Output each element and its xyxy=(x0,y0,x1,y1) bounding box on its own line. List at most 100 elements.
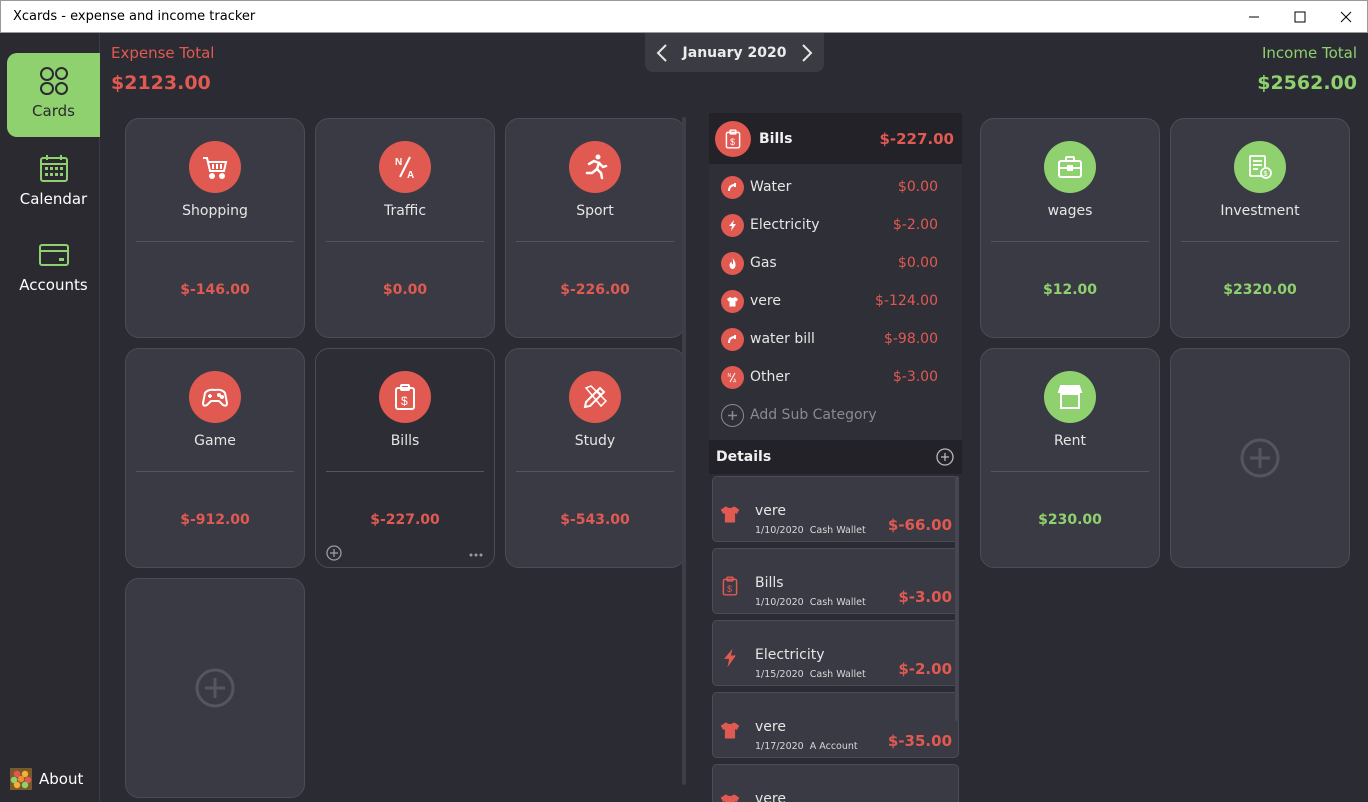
close-icon xyxy=(1340,11,1352,23)
divider xyxy=(326,241,484,242)
entry-date: 1/15/2020 xyxy=(755,669,804,680)
subcategory-list: Water $0.00 Electricity $-2.00 Gas $0.00… xyxy=(709,164,962,440)
entry-title: vere xyxy=(755,503,786,519)
entry-title: vere xyxy=(755,791,786,802)
store-icon xyxy=(1057,385,1083,409)
maximize-button[interactable] xyxy=(1277,1,1323,33)
divider xyxy=(516,241,674,242)
expense-card-shopping[interactable]: Shopping $-146.00 xyxy=(125,118,305,338)
card-amount: $-227.00 xyxy=(370,512,440,528)
detail-entry[interactable]: vere 1/17/2020 A Account $-35.00 xyxy=(712,692,959,758)
plus-icon xyxy=(728,410,737,420)
card-amount: $12.00 xyxy=(1042,282,1098,298)
svg-text:A: A xyxy=(733,378,737,384)
detail-entry[interactable]: $ Bills 1/10/2020 Cash Wallet $-3.00 xyxy=(712,548,959,614)
more-icon[interactable] xyxy=(468,551,484,559)
subcategory-name: Electricity xyxy=(750,217,820,233)
entry-amount: $-35.00 xyxy=(887,732,952,750)
subcategory-amount: $-3.00 xyxy=(892,369,938,385)
sidebar-item-cards[interactable]: Cards xyxy=(7,53,100,137)
detail-entry[interactable]: vere xyxy=(712,764,959,802)
add-entry-icon[interactable] xyxy=(326,545,342,561)
bill-icon: $ xyxy=(395,384,415,410)
divider xyxy=(991,241,1149,242)
window-title: Xcards - expense and income tracker xyxy=(13,9,256,24)
expense-card-bills[interactable]: $ Bills $-227.00 xyxy=(315,348,495,568)
shirt-icon xyxy=(720,794,740,802)
entry-amount: $-2.00 xyxy=(898,660,952,678)
invoice-icon: $ xyxy=(1249,155,1272,179)
cards-scrollbar[interactable] xyxy=(682,117,686,785)
detail-entry[interactable]: vere 1/10/2020 Cash Wallet $-66.00 xyxy=(712,476,959,542)
about-label: About xyxy=(39,770,84,788)
svg-text:A: A xyxy=(407,170,414,181)
card-icon-wrap xyxy=(569,371,621,423)
chevron-right-icon[interactable] xyxy=(800,43,814,63)
about-button[interactable]: About xyxy=(10,768,83,790)
sidebar: Cards Calendar Accounts About xyxy=(1,33,100,801)
flame-icon xyxy=(729,257,736,269)
divider xyxy=(136,241,294,242)
divider xyxy=(516,471,674,472)
svg-text:$: $ xyxy=(401,394,408,408)
subcategory-item[interactable]: Water $0.00 xyxy=(709,168,962,206)
add-detail-icon[interactable] xyxy=(936,448,954,466)
svg-text:$: $ xyxy=(730,136,735,146)
expense-card-sport[interactable]: Sport $-226.00 xyxy=(505,118,685,338)
add-subcategory-button[interactable]: Add Sub Category xyxy=(709,396,962,434)
minimize-icon xyxy=(1249,16,1259,18)
cart-icon xyxy=(203,157,228,179)
card-amount: $-912.00 xyxy=(180,512,250,528)
income-card-rent[interactable]: Rent $230.00 xyxy=(980,348,1160,568)
subcategory-item[interactable]: Gas $0.00 xyxy=(709,244,962,282)
add-circle-icon xyxy=(195,668,235,708)
subcategory-amount: $-124.00 xyxy=(875,293,938,309)
entry-amount: $-3.00 xyxy=(898,588,952,606)
month-selector: January 2020 xyxy=(645,33,824,72)
expense-card-study[interactable]: Study $-543.00 xyxy=(505,348,685,568)
income-card-wages[interactable]: wages $12.00 xyxy=(980,118,1160,338)
card-icon-wrap xyxy=(189,371,241,423)
income-total-label: Income Total xyxy=(1262,44,1357,62)
card-icon xyxy=(38,244,69,266)
subcategory-item[interactable]: Electricity $-2.00 xyxy=(709,206,962,244)
subcategory-amount: $-98.00 xyxy=(883,331,938,347)
income-card-investment[interactable]: $ Investment $2320.00 xyxy=(1170,118,1350,338)
faucet-icon xyxy=(728,182,736,191)
add-income-card-button[interactable] xyxy=(1170,348,1350,568)
subcategory-item[interactable]: NA Other $-3.00 xyxy=(709,358,962,396)
subcategory-name: Other xyxy=(750,369,790,385)
minimize-button[interactable] xyxy=(1231,1,1277,33)
gamepad-icon xyxy=(201,388,229,407)
close-button[interactable] xyxy=(1323,1,1368,33)
card-icon-wrap: N A xyxy=(379,141,431,193)
briefcase-icon xyxy=(1058,156,1082,178)
card-icon-wrap xyxy=(1044,371,1096,423)
faucet-icon xyxy=(728,334,736,343)
expense-card-game[interactable]: Game $-912.00 xyxy=(125,348,305,568)
card-icon-wrap xyxy=(1044,141,1096,193)
subcategory-item[interactable]: water bill $-98.00 xyxy=(709,320,962,358)
title-bar: Xcards - expense and income tracker xyxy=(0,0,1368,33)
category-name: Bills xyxy=(759,130,793,147)
entry-date: 1/10/2020 xyxy=(755,597,804,608)
chevron-left-icon[interactable] xyxy=(655,43,669,63)
details-scrollbar[interactable] xyxy=(955,476,959,721)
sidebar-item-accounts[interactable]: Accounts xyxy=(7,227,100,311)
card-name: wages xyxy=(1047,203,1093,219)
subcategory-amount: $0.00 xyxy=(897,255,938,271)
card-amount: $-146.00 xyxy=(180,282,250,298)
add-expense-card-button[interactable] xyxy=(125,578,305,798)
expense-card-traffic[interactable]: N A Traffic $0.00 xyxy=(315,118,495,338)
subcategory-item[interactable]: vere $-124.00 xyxy=(709,282,962,320)
detail-entry[interactable]: Electricity 1/15/2020 Cash Wallet $-2.00 xyxy=(712,620,959,686)
subcategory-name: water bill xyxy=(750,331,815,347)
na-icon: N A xyxy=(395,156,414,181)
card-name: Bills xyxy=(390,433,420,449)
entry-date: 1/17/2020 xyxy=(755,741,804,752)
sidebar-item-calendar[interactable]: Calendar xyxy=(7,141,100,225)
details-header: Details xyxy=(709,440,962,474)
card-name: Sport xyxy=(576,203,614,219)
na-icon: NA xyxy=(728,372,737,384)
maximize-icon xyxy=(1294,11,1306,23)
